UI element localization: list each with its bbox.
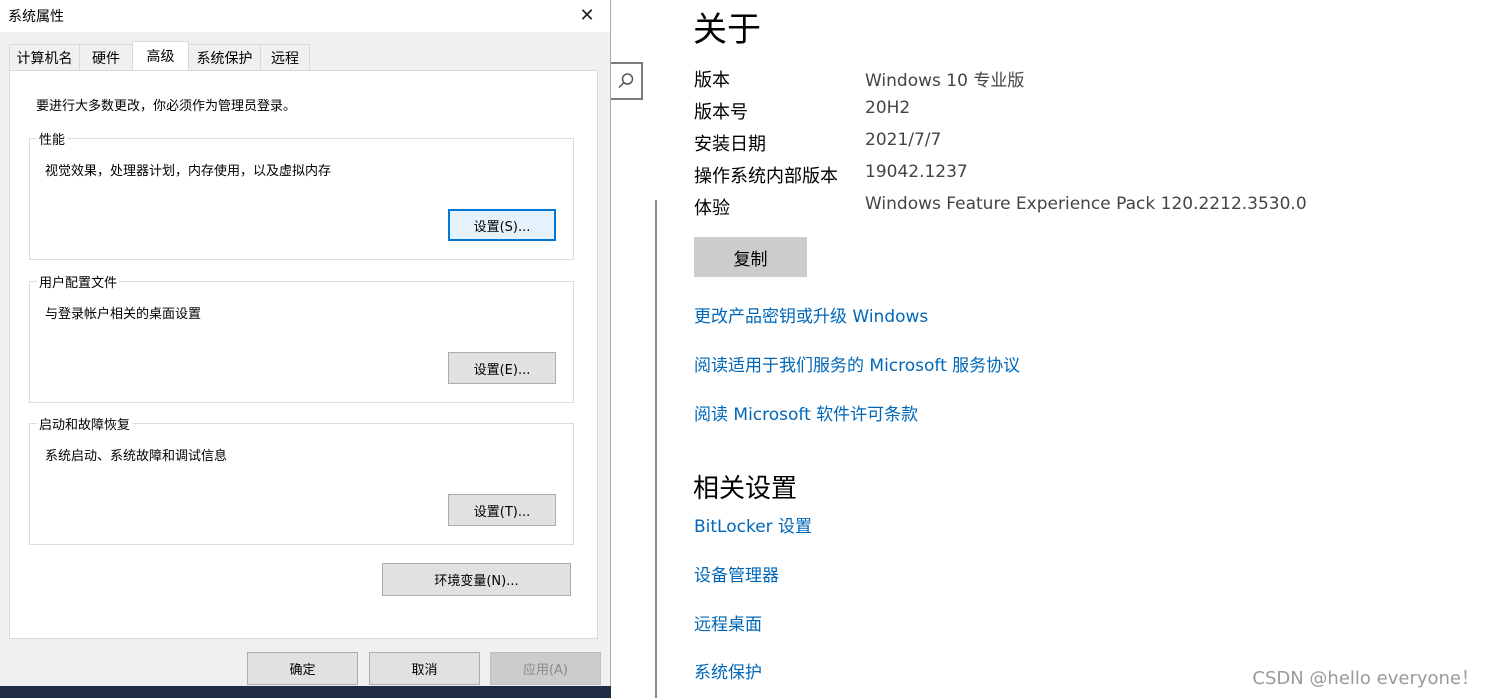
system-properties-dialog: 系统属性 ✕ 计算机名 硬件 高级 系统保护 远程 要进行大多数更改，你必须作为… (0, 0, 611, 697)
copy-button[interactable]: 复制 (694, 237, 807, 277)
group-description: 与登录帐户相关的桌面设置 (45, 307, 202, 322)
spec-value: Windows 10 专业版 (865, 71, 1025, 91)
system-protection-link[interactable]: 系统保护 (694, 658, 762, 683)
group-description: 系统启动、系统故障和调试信息 (45, 449, 228, 464)
spec-row-edition: 版本 Windows 10 专业版 (694, 66, 1474, 91)
group-description: 视觉效果，处理器计划，内存使用，以及虚拟内存 (45, 164, 332, 179)
advanced-tab-panel: 要进行大多数更改，你必须作为管理员登录。 性能 视觉效果，处理器计划，内存使用，… (9, 70, 598, 639)
startup-recovery-group: 启动和故障恢复 系统启动、系统故障和调试信息 设置(T)... (29, 414, 574, 545)
startup-recovery-settings-button[interactable]: 设置(T)... (448, 494, 556, 526)
change-product-key-link[interactable]: 更改产品密钥或升级 Windows (694, 302, 928, 327)
scrollbar[interactable] (655, 200, 663, 698)
spec-value: Windows Feature Experience Pack 120.2212… (865, 194, 1307, 214)
search-icon (618, 73, 634, 89)
spec-row-installed-on: 安装日期 2021/7/7 (694, 130, 1474, 155)
dialog-title: 系统属性 (8, 9, 64, 25)
apply-button[interactable]: 应用(A) (490, 652, 601, 685)
spec-value: 2021/7/7 (865, 130, 942, 150)
spec-row-version: 版本号 20H2 (694, 98, 1474, 123)
spec-label: 体验 (694, 198, 730, 219)
spec-label: 安装日期 (694, 134, 766, 155)
license-terms-link[interactable]: 阅读 Microsoft 软件许可条款 (694, 400, 918, 425)
user-profiles-group: 用户配置文件 与登录帐户相关的桌面设置 设置(E)... (29, 272, 574, 403)
group-title: 用户配置文件 (37, 272, 120, 291)
settings-about-panel: 关于 版本 Windows 10 专业版 版本号 20H2 安装日期 2021/… (664, 0, 1491, 698)
remote-desktop-link[interactable]: 远程桌面 (694, 610, 762, 635)
tab-advanced[interactable]: 高级 (132, 41, 189, 70)
spec-row-experience: 体验 Windows Feature Experience Pack 120.2… (694, 194, 1474, 219)
ok-button[interactable]: 确定 (247, 652, 358, 685)
group-title: 性能 (37, 129, 68, 148)
spec-value: 20H2 (865, 98, 911, 118)
admin-note: 要进行大多数更改，你必须作为管理员登录。 (36, 99, 297, 114)
services-agreement-link[interactable]: 阅读适用于我们服务的 Microsoft 服务协议 (694, 351, 1020, 376)
group-title: 启动和故障恢复 (37, 414, 133, 433)
spec-value: 19042.1237 (865, 162, 968, 182)
spec-label: 版本号 (694, 102, 748, 123)
environment-variables-button[interactable]: 环境变量(N)... (382, 563, 571, 596)
tab-computer-name[interactable]: 计算机名 (9, 44, 80, 70)
user-profiles-settings-button[interactable]: 设置(E)... (448, 352, 556, 384)
tab-hardware[interactable]: 硬件 (79, 44, 133, 70)
device-manager-link[interactable]: 设备管理器 (694, 561, 779, 586)
tab-system-protection[interactable]: 系统保护 (188, 44, 261, 70)
spec-label: 操作系统内部版本 (694, 166, 838, 187)
spec-label: 版本 (694, 70, 730, 91)
performance-group: 性能 视觉效果，处理器计划，内存使用，以及虚拟内存 设置(S)... (29, 129, 574, 260)
spec-row-os-build: 操作系统内部版本 19042.1237 (694, 162, 1474, 187)
page-title: 关于 (693, 10, 761, 50)
dialog-titlebar[interactable]: 系统属性 ✕ (0, 0, 610, 32)
tab-strip: 计算机名 硬件 高级 系统保护 远程 (9, 41, 310, 70)
close-icon[interactable]: ✕ (564, 0, 610, 30)
bitlocker-settings-link[interactable]: BitLocker 设置 (694, 512, 812, 537)
performance-settings-button[interactable]: 设置(S)... (448, 209, 556, 241)
taskbar-strip (0, 686, 611, 698)
tab-remote[interactable]: 远程 (260, 44, 310, 70)
search-button[interactable] (611, 62, 643, 100)
related-settings-title: 相关设置 (693, 474, 798, 504)
cancel-button[interactable]: 取消 (369, 652, 480, 685)
watermark: CSDN @hello everyone！ (1252, 668, 1479, 689)
